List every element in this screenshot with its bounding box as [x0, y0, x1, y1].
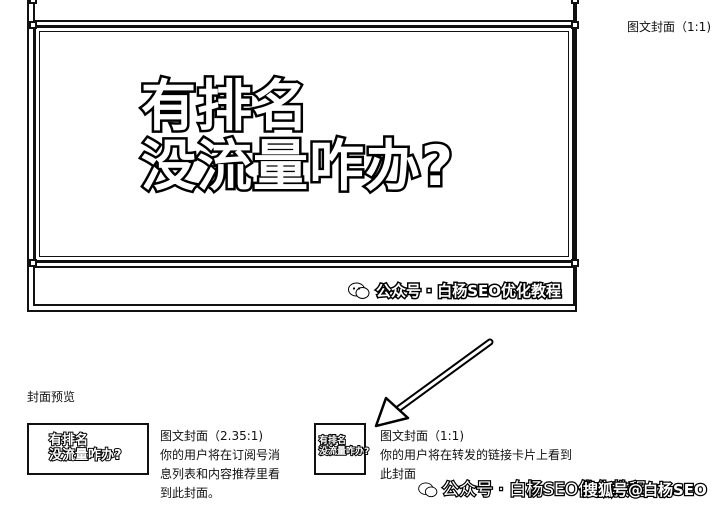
- ratio-label: 图文封面（1:1): [627, 20, 711, 34]
- thumb-wide-line-2: 没流量咋办?: [48, 447, 123, 464]
- thumb-wide-text: 有排名 没流量咋办?: [48, 432, 123, 464]
- option-wide-description: 你的用户将在订阅号消息列表和内容推荐里看到此封面。: [160, 448, 281, 500]
- brand-text: 公众号 · 白杨SEO优化教程: [375, 281, 563, 302]
- image-bottom-strip: 公众号 · 白杨SEO优化教程: [33, 266, 575, 306]
- crop-selection-box[interactable]: 有排名 没流量咋办?: [33, 25, 575, 263]
- thumb-square-text: 有排名 没流量咋办?: [318, 435, 370, 458]
- thumb-square-line-1: 有排名: [318, 435, 347, 447]
- wechat-watermark-icon: [418, 482, 438, 498]
- option-wide-title: 图文封面（2.35:1): [160, 429, 264, 443]
- crop-handle-top-right[interactable]: [571, 21, 579, 29]
- annotation-arrow: [374, 338, 494, 428]
- option-square-title: 图文封面（1:1): [380, 429, 464, 443]
- thumb-square-line-2: 没流量咋办?: [318, 446, 370, 458]
- crop-handle-top-corner-left[interactable]: [29, 0, 37, 4]
- brand-tag: 公众号 · 白杨SEO优化教程: [348, 280, 563, 302]
- preview-section-title: 封面预览: [27, 390, 76, 404]
- image-top-strip: [33, 0, 575, 22]
- headline-line-1: 有排名: [139, 74, 311, 139]
- crop-handle-top-left[interactable]: [29, 21, 37, 29]
- cover-thumb-wide[interactable]: 有排名 没流量咋办?: [27, 423, 149, 475]
- cover-headline: 有排名 没流量咋办?: [139, 74, 456, 199]
- crop-handle-top-corner-right[interactable]: [571, 0, 579, 4]
- cover-thumb-square[interactable]: 有排名 没流量咋办?: [314, 423, 370, 475]
- headline-line-2: 没流量咋办?: [139, 134, 456, 199]
- cover-editor[interactable]: 有排名 没流量咋办? 公众号 · 白杨SEO优化教程: [27, 0, 579, 312]
- watermark-sohu: 搜狐号@白杨SEO: [582, 480, 708, 501]
- wechat-icon: [348, 282, 370, 299]
- thumb-wide-line-1: 有排名: [48, 432, 89, 449]
